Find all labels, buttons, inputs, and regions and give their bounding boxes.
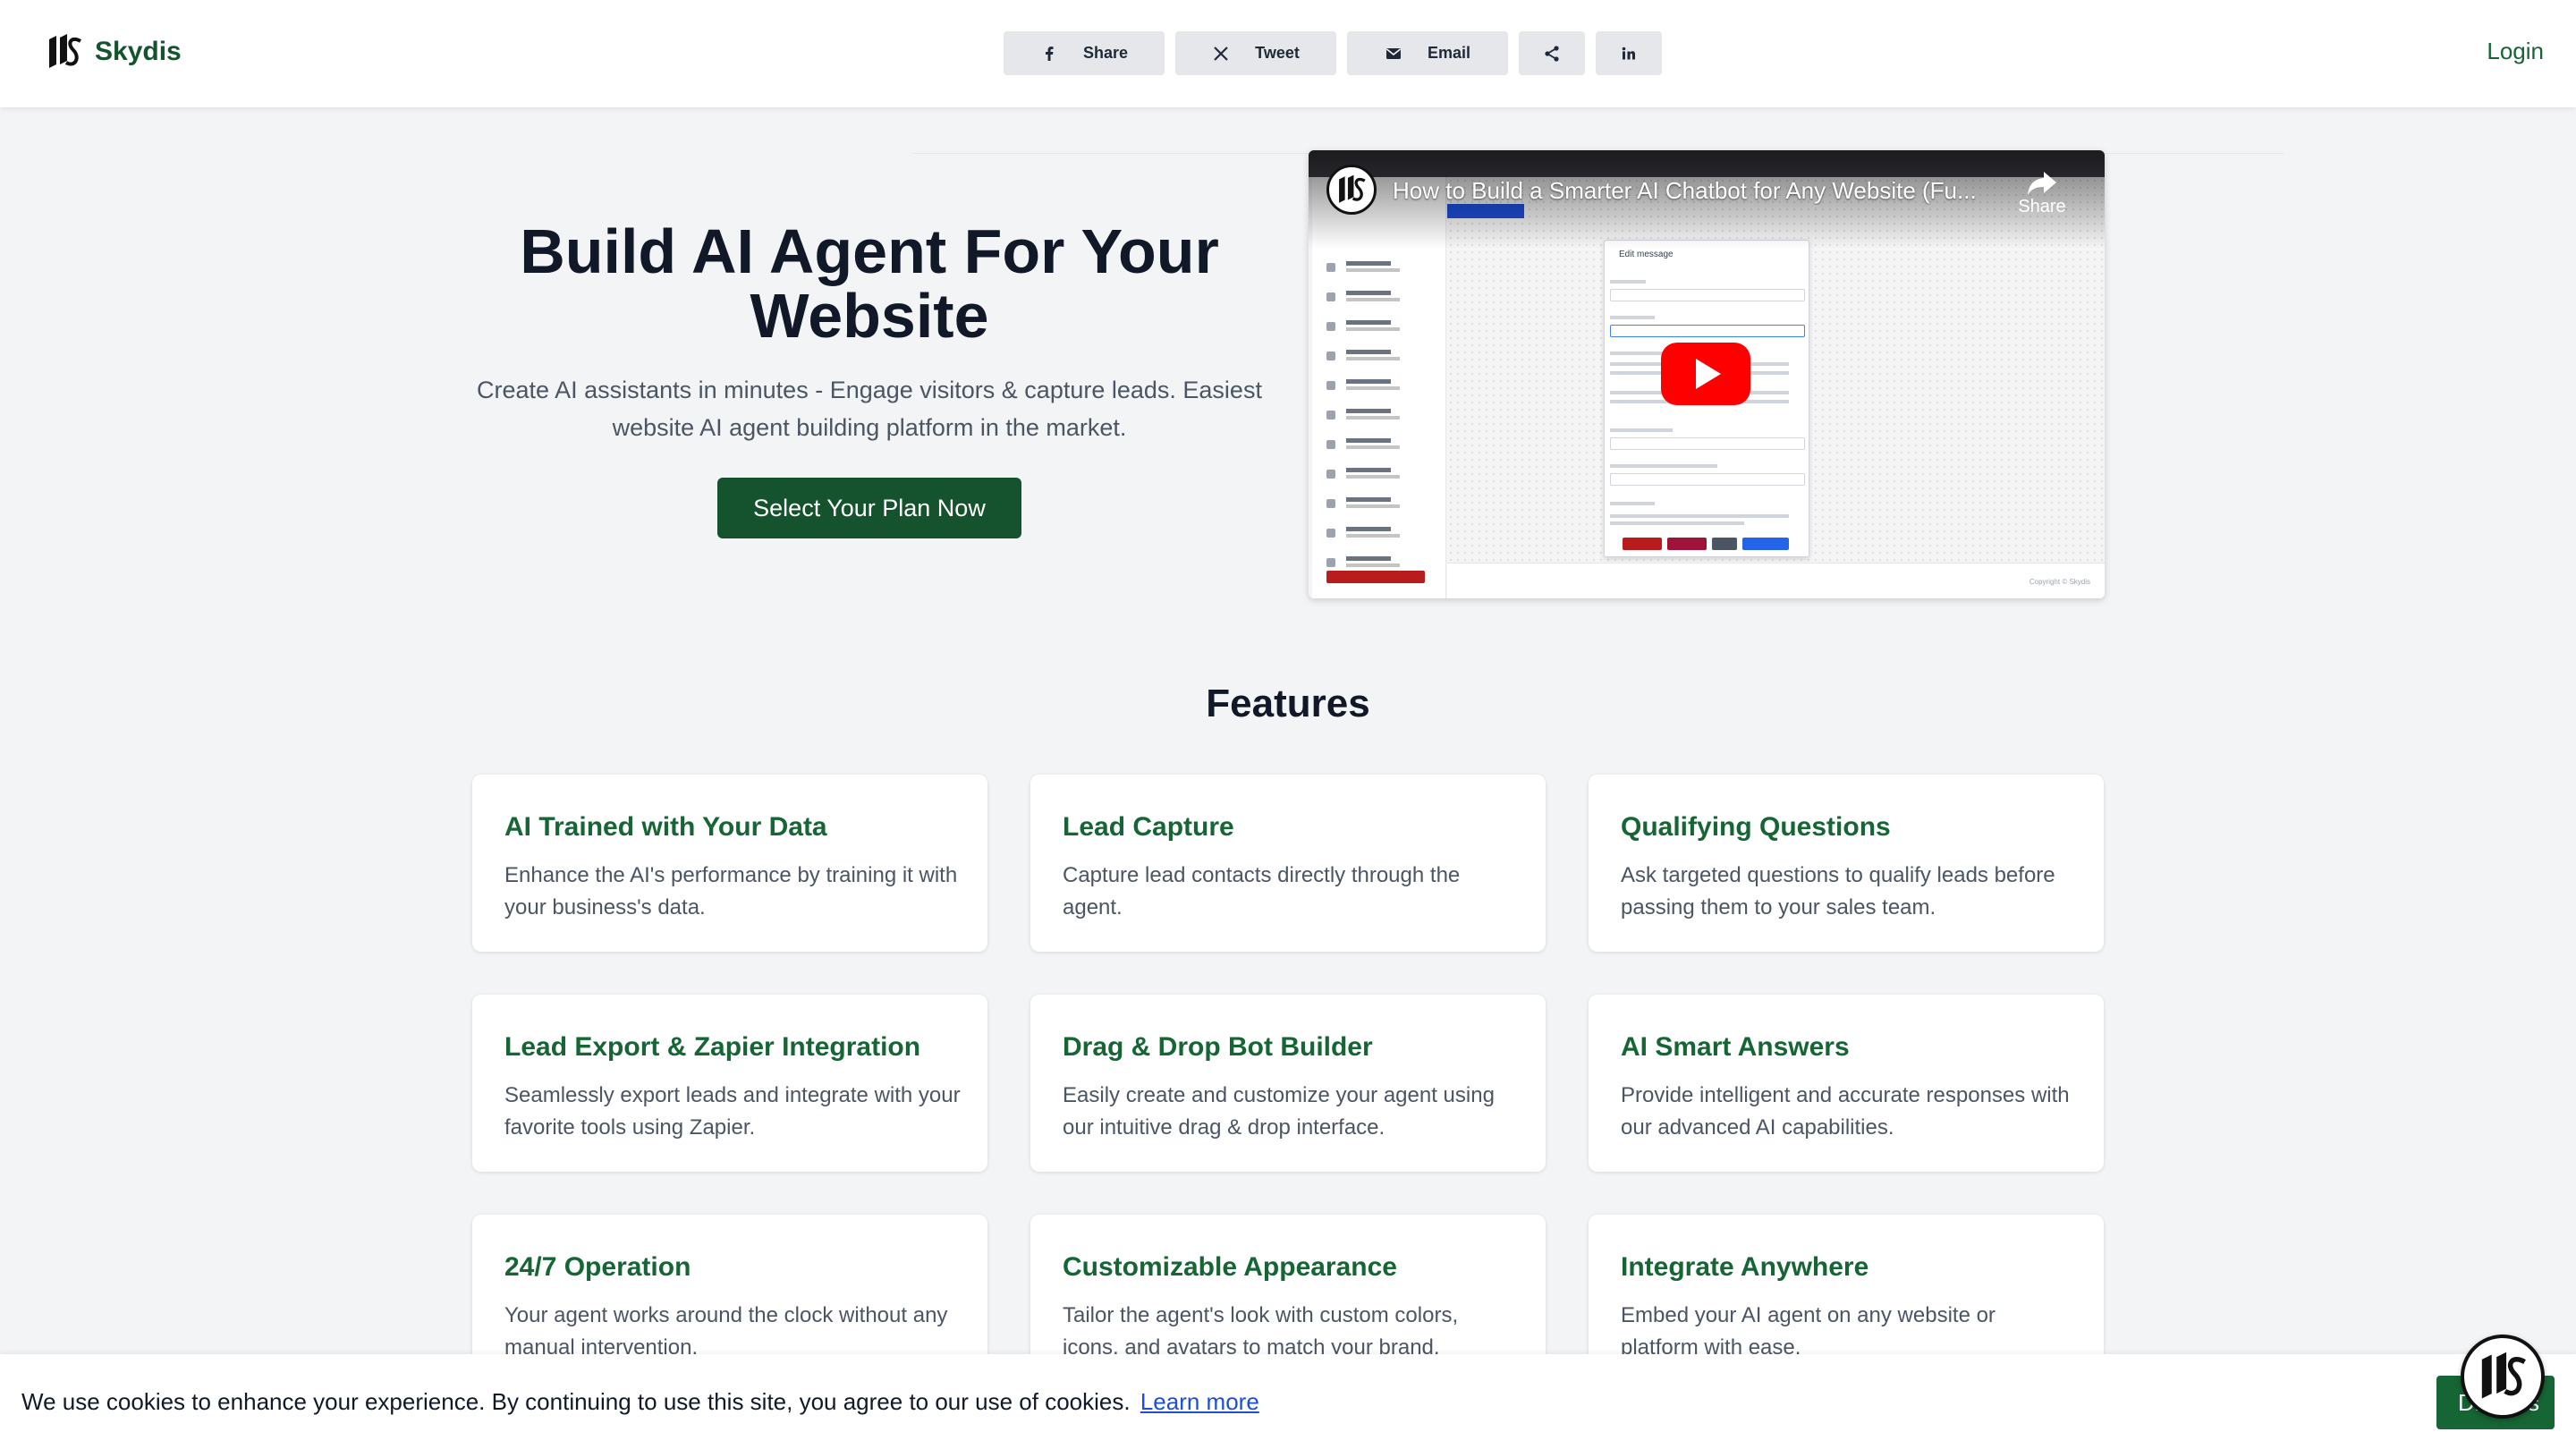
share-icon [1545,45,1559,62]
cookie-banner: We use cookies to enhance your experienc… [0,1354,2576,1449]
video-sidebar-item [1326,438,1434,451]
hero-subtitle: Create AI assistants in minutes - Engage… [477,377,1262,441]
skydis-logo-icon [2481,1352,2526,1399]
video-sidebar-item [1326,527,1434,539]
facebook-share-button[interactable]: Share [1004,31,1165,75]
feature-title: Customizable Appearance [1063,1252,1397,1282]
email-icon [1385,47,1401,59]
facebook-icon [1045,46,1054,61]
linkedin-icon [1622,47,1635,59]
feature-description: Enhance the AI's performance by training… [504,863,958,919]
linkedin-share-button[interactable] [1596,31,1662,75]
brand-name: Skydis [95,37,182,66]
video-sidebar-item [1326,497,1434,510]
video-sidebar-item [1326,320,1434,333]
forward-arrow-icon [2028,172,2056,195]
feature-description: Ask targeted questions to qualify leads … [1621,863,2055,919]
hero-title: Build AI Agent For Your Website [520,216,1219,351]
feature-description: Easily create and customize your agent u… [1063,1083,1495,1140]
features-heading: Features [1206,682,1370,725]
site-header: Skydis Share Tweet Email Login [0,0,2576,107]
email-share-button[interactable]: Email [1347,31,1508,75]
channel-avatar[interactable] [1326,165,1377,215]
video-sidebar-item [1326,409,1434,421]
email-label: Email [1427,44,1471,62]
chat-launcher-button[interactable] [2461,1335,2545,1419]
feature-title: 24/7 Operation [504,1252,691,1282]
cookie-text: We use cookies to enhance your experienc… [21,1388,1131,1415]
feature-title: Qualifying Questions [1621,812,1891,842]
feature-card: Lead Capture Capture lead contacts direc… [1030,775,1546,952]
share-bar: Share Tweet Email [1004,31,1662,75]
share-label: Share [1082,44,1129,62]
feature-description: Capture lead contacts directly through t… [1063,863,1461,919]
video-sidebar-item [1326,468,1434,480]
youtube-video-embed[interactable]: Edit message Copyright © Skydis How to B… [1309,150,2105,598]
feature-card: AI Smart Answers Provide intelligent and… [1589,995,2104,1172]
feature-title: Lead Capture [1063,812,1234,842]
video-sidebar-action [1326,571,1425,583]
play-icon [1696,359,1721,389]
cookie-message: We use cookies to enhance your experienc… [21,1388,1259,1416]
tweet-label: Tweet [1255,44,1300,62]
video-share-button[interactable]: Share [2015,170,2069,217]
video-sidebar-item [1326,261,1434,274]
feature-card: Qualifying Questions Ask targeted questi… [1589,775,2104,952]
login-link[interactable]: Login [2487,38,2544,65]
feature-card: Lead Export & Zapier Integration Seamles… [472,995,987,1172]
feature-title: AI Smart Answers [1621,1032,1850,1062]
play-button[interactable] [1661,343,1750,405]
feature-description: Provide intelligent and accurate respons… [1621,1083,2070,1140]
skydis-logo-icon [49,34,82,68]
video-dialog-title: Edit message [1619,250,1674,259]
brand-logo[interactable]: Skydis [47,32,182,72]
video-page-footer: Copyright © Skydis [1447,563,2105,598]
select-plan-button[interactable]: Select Your Plan Now [717,478,1021,538]
video-sidebar-item [1326,291,1434,303]
generic-share-button[interactable] [1519,31,1585,75]
learn-more-link[interactable]: Learn more [1140,1388,1259,1415]
video-sidebar-item [1326,556,1434,569]
video-copyright: Copyright © Skydis [2029,578,2090,586]
x-icon [1214,46,1228,61]
feature-title: AI Trained with Your Data [504,812,827,842]
tweet-button[interactable]: Tweet [1175,31,1336,75]
video-title[interactable]: How to Build a Smarter AI Chatbot for An… [1393,177,2010,205]
feature-title: Drag & Drop Bot Builder [1063,1032,1373,1062]
video-share-label: Share [2018,197,2066,216]
feature-card: Drag & Drop Bot Builder Easily create an… [1030,995,1546,1172]
feature-title: Lead Export & Zapier Integration [504,1032,921,1062]
feature-title: Integrate Anywhere [1621,1252,1869,1282]
skydis-logo-icon [1339,174,1366,203]
feature-description: Seamlessly export leads and integrate wi… [504,1083,961,1140]
feature-card: AI Trained with Your Data Enhance the AI… [472,775,987,952]
video-sidebar-item [1326,379,1434,392]
video-sidebar-item [1326,350,1434,362]
